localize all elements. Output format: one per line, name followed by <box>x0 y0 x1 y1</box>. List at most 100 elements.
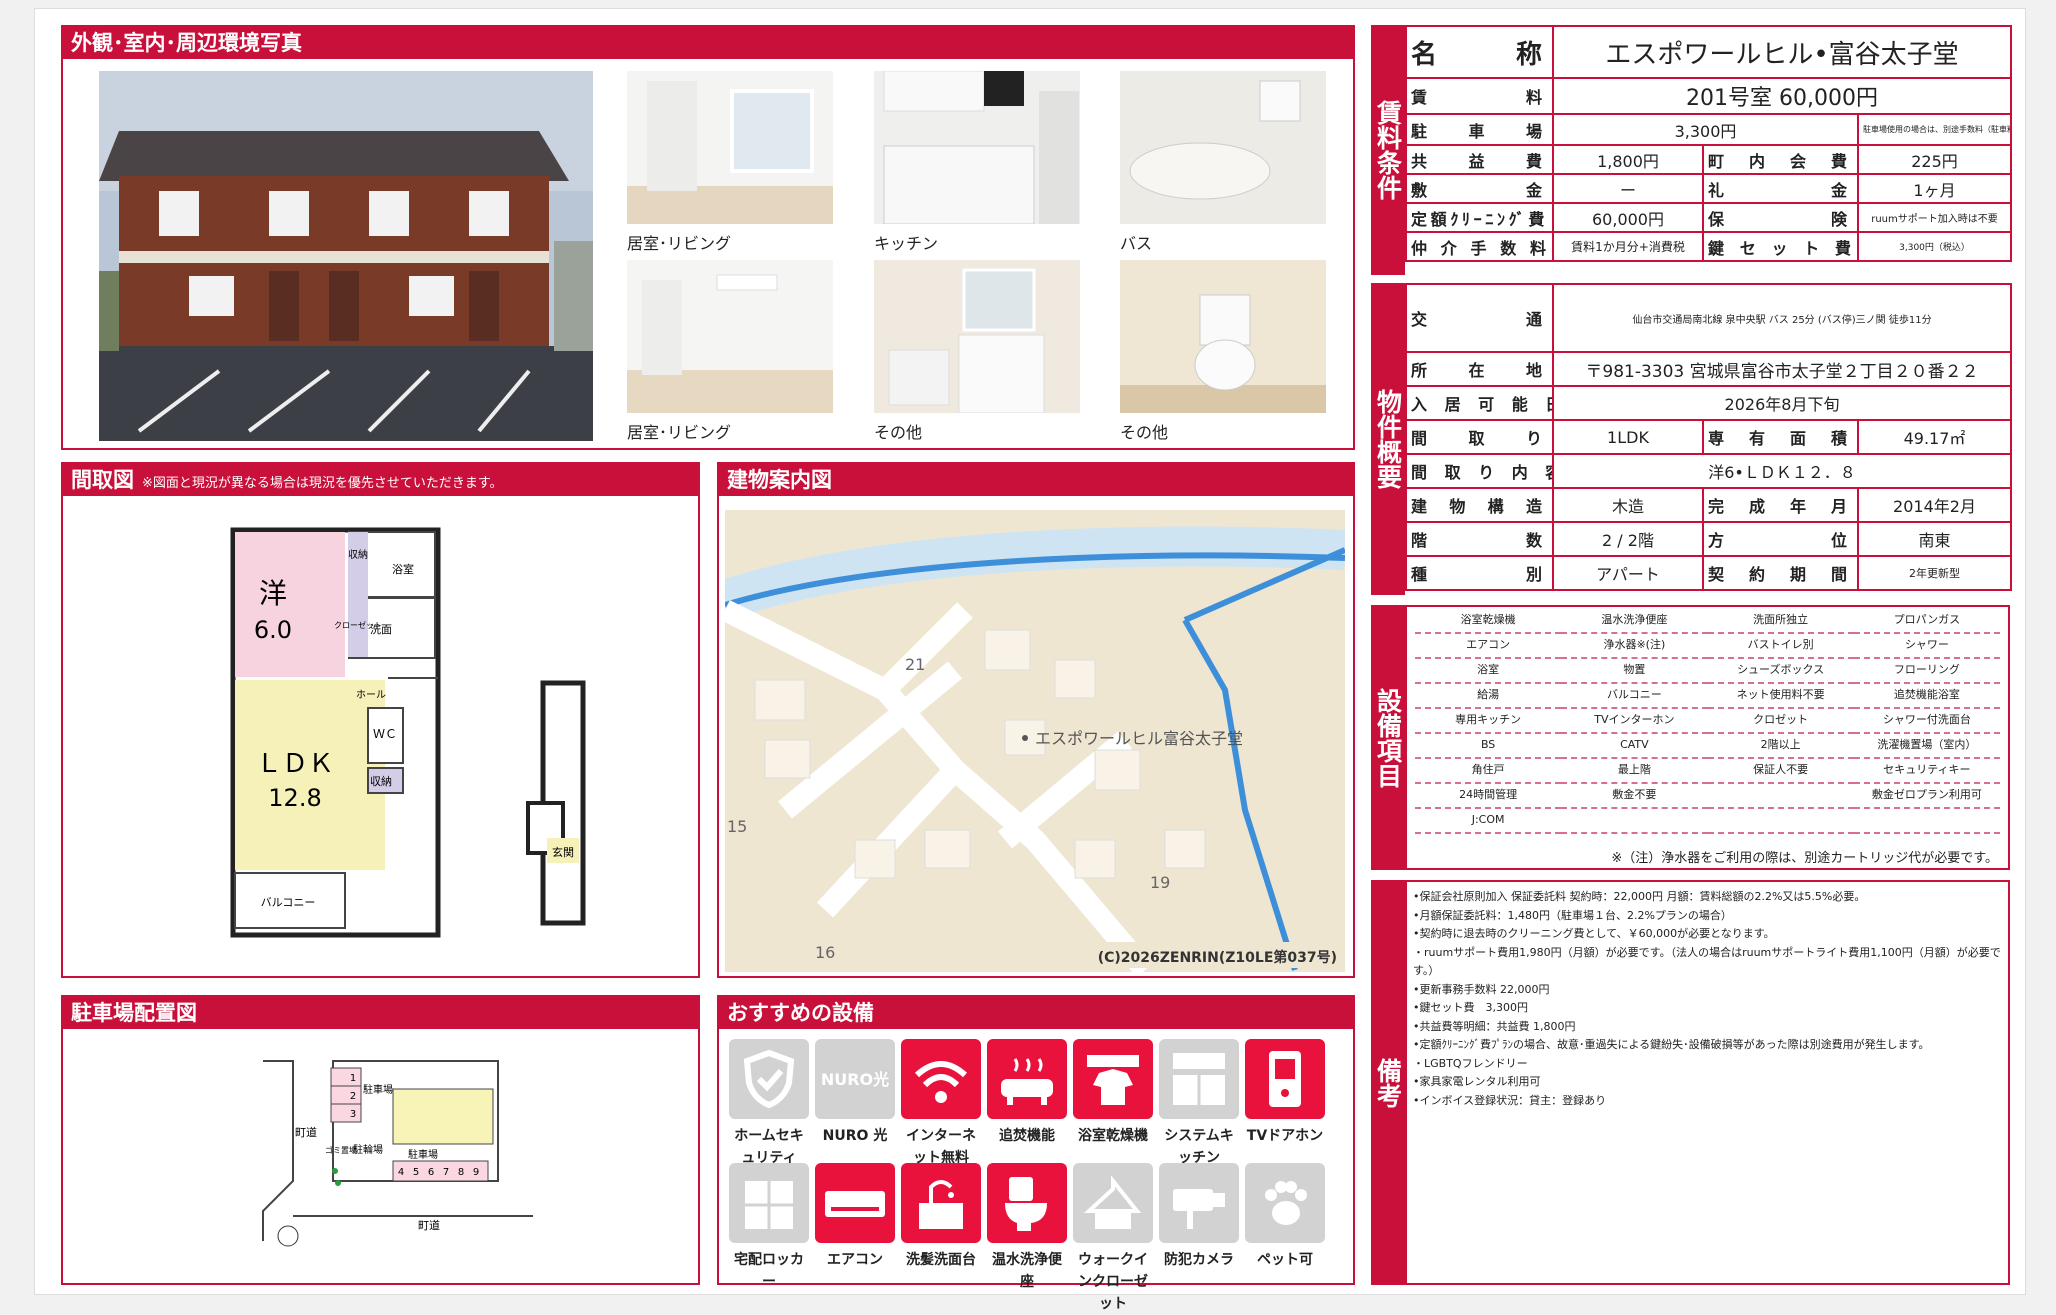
equipment-item <box>1707 809 1854 834</box>
remarks-list: •保証会社原則加入 保証委託料 契約時：22,000円 月額：賃料総額の2.2%… <box>1413 888 2003 1110</box>
road-left-label: 町道 <box>295 1125 317 1139</box>
key-money-value: 1ヶ月 <box>1856 173 2013 204</box>
remarks-panel: •保証会社原則加入 保証委託料 契約時：22,000円 月額：賃料総額の2.2%… <box>1405 880 2010 1285</box>
floor-label: 階 数 <box>1405 521 1554 557</box>
parking-layout-drawing[interactable]: 1 2 3 4 5 6 7 8 9 町道 町道 駐車場 駐車場 駐輪場 ゴミ置場 <box>63 1031 698 1283</box>
available-date-value: 2026年8月下旬 <box>1551 385 2013 421</box>
area-label: 専 有 面 積 <box>1702 419 1859 455</box>
deposit-value: ー <box>1552 173 1704 204</box>
common-fee-value: 1,800円 <box>1552 144 1704 175</box>
map-image[interactable]: 21 15 19 16 エスポワールヒル富谷太子堂 (C)2026ZENRIN(… <box>725 510 1345 972</box>
camera-icon <box>1159 1163 1239 1243</box>
parking-slot-2: 2 <box>350 1091 356 1102</box>
recommend-item-label: TVドアホン <box>1246 1128 1324 1144</box>
floor-value: 2 / 2階 <box>1552 521 1704 557</box>
caption-kitchen: キッチン <box>874 234 939 253</box>
address-value: 〒981-3303 宮城県富谷市太子堂２丁目２０番２２ <box>1551 351 2013 387</box>
key-set-label: 鍵 セ ッ ト 費 <box>1702 231 1859 262</box>
toilet-photo[interactable] <box>1120 260 1326 413</box>
map-building-label: エスポワールヒル富谷太子堂 <box>1035 729 1243 748</box>
parking-slot-1: 1 <box>350 1073 356 1084</box>
parking-slot-8: 8 <box>458 1167 464 1178</box>
road-bottom-label: 町道 <box>418 1218 440 1232</box>
parking-fee-label: 駐 車 場 <box>1405 113 1554 146</box>
paw-icon <box>1245 1163 1325 1243</box>
layout-value: 1LDK <box>1552 419 1704 455</box>
recommend-item: 追焚機能 <box>987 1039 1067 1147</box>
parking-slot-9: 9 <box>473 1167 479 1178</box>
map-number-21: 21 <box>905 655 925 674</box>
recommend-item-label: NURO 光 <box>822 1128 888 1144</box>
equipment-item: BS <box>1415 734 1562 759</box>
floorplan-note: ※図面と現況が異なる場合は現況を優先させていただきます。 <box>142 476 503 491</box>
map-number-15: 15 <box>727 817 747 836</box>
room1-size: 6.0 <box>254 616 292 644</box>
equipment-item: 洗面所独立 <box>1707 609 1854 634</box>
remark-line: ・LGBTQフレンドリー <box>1413 1056 1528 1070</box>
equipment-item: 敷金不要 <box>1561 784 1708 809</box>
recommend-item: ウォークインクローゼット <box>1073 1163 1153 1315</box>
floorplan-drawing[interactable]: 洋 6.0 ＬＤＫ 12.8 収納 クローゼット 浴室 洗面 ホール ＷＣ 収納… <box>63 498 698 976</box>
recommend-title: おすすめの設備 <box>719 997 1353 1029</box>
recommend-item: ホームセキュリティ <box>729 1039 809 1169</box>
remark-line: •家具家電レンタル利用可 <box>1413 1075 1541 1088</box>
kitchen-photo[interactable] <box>874 71 1080 224</box>
closet-icon <box>1073 1163 1153 1243</box>
floorplan-title: 間取図 <box>71 468 134 492</box>
photos-title: 外観･室内･周辺環境写真 <box>63 27 1353 59</box>
equipment-item: J:COM <box>1415 809 1562 834</box>
structure-label: 建 物 構 造 <box>1405 487 1554 523</box>
broker-fee-value: 賃料1か月分+消費税 <box>1552 231 1704 262</box>
map-title: 建物案内図 <box>719 464 1353 496</box>
parking-fee-note: 駐車場使用の場合は、別途手数料（駐車料+消費税）が必要です。 <box>1856 113 2013 146</box>
recommend-item-label: 浴室乾燥機 <box>1078 1128 1148 1144</box>
bath-dryer-icon <box>1073 1039 1153 1119</box>
caption-bath: バス <box>1120 234 1153 253</box>
cleaning-fee-label: 定額ｸﾘｰﾆﾝｸﾞ費 <box>1405 202 1554 233</box>
equipment-item: バルコニー <box>1561 684 1708 709</box>
recommend-item-label: 追焚機能 <box>999 1128 1055 1144</box>
washbasin-icon <box>901 1163 981 1243</box>
washroom-photo[interactable] <box>874 260 1080 413</box>
remark-line: •鍵セット費 3,300円 <box>1413 1001 1528 1014</box>
bathtub-icon <box>987 1039 1067 1119</box>
balcony-label: バルコニー <box>261 896 316 909</box>
equipment-item: 敷金ゼロプラン利用可 <box>1853 784 2000 809</box>
equipment-item: 専用キッチン <box>1415 709 1562 734</box>
rent-label: 賃 料 <box>1405 77 1554 115</box>
living-photo-1[interactable] <box>627 71 833 224</box>
recommend-item: 洗髪洗面台 <box>901 1163 981 1271</box>
equipment-note: ※（注）浄水器をご利用の際は、別途カートリッジ代が必要です。 <box>1611 851 1998 866</box>
layout-label: 間 取 り <box>1405 419 1554 455</box>
equipment-item: 最上階 <box>1561 759 1708 784</box>
equipment-item: 24時間管理 <box>1415 784 1562 809</box>
equipment-item: シューズボックス <box>1707 659 1854 684</box>
equipment-item: シャワー <box>1853 634 2000 659</box>
parking-a-label: 駐車場 <box>363 1083 393 1096</box>
equipment-item <box>1561 809 1708 834</box>
equipment-item: エアコン <box>1415 634 1562 659</box>
toilet-icon <box>987 1163 1067 1243</box>
recommend-item-label: 防犯カメラ <box>1164 1252 1234 1268</box>
recommend-item: TVドアホン <box>1245 1039 1325 1147</box>
equipment-item: ネット使用料不要 <box>1707 684 1854 709</box>
equipment-item: 追焚機能浴室 <box>1853 684 2000 709</box>
exterior-photo[interactable] <box>99 71 593 441</box>
remark-line: •定額ｸﾘｰﾆﾝｸﾞ費ﾌﾟﾗﾝの場合、故意･重過失による鍵紛失･設備破損等があっ… <box>1413 1038 1930 1051</box>
kitchen-icon <box>1159 1039 1239 1119</box>
contract-value: 2年更新型 <box>1856 555 2013 591</box>
living-photo-2[interactable] <box>627 260 833 413</box>
caption-other-1: その他 <box>874 423 923 442</box>
bath-photo[interactable] <box>1120 71 1326 224</box>
remark-line: •月額保証委託料：1,480円（駐車場１台、2.2%プランの場合） <box>1413 908 1732 922</box>
assoc-fee-value: 225円 <box>1856 144 2013 175</box>
common-fee-label: 共 益 費 <box>1405 144 1554 175</box>
ldk-size: 12.8 <box>268 784 321 812</box>
structure-value: 木造 <box>1552 487 1704 523</box>
overview-table: 交 通仙台市交通局南北線 泉中央駅 バス 25分 (バス停)三ノ関 徒歩11分 … <box>1405 283 2013 591</box>
ldk-name: ＬＤＫ <box>256 749 334 779</box>
wifi-icon <box>901 1039 981 1119</box>
remark-line: •共益費等明細：共益費 1,800円 <box>1413 1019 1576 1033</box>
map-panel: 建物案内図 21 15 19 16 エスポワールヒル富谷太子堂 (C)2026Z… <box>717 462 1355 978</box>
equipment-item: 温水洗浄便座 <box>1561 609 1708 634</box>
